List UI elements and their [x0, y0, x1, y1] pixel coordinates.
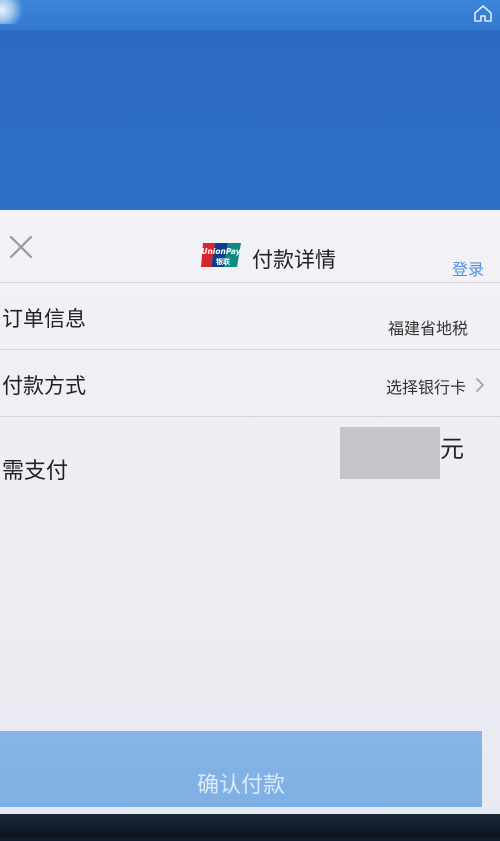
select-bank-card-value[interactable]: 选择银行卡 [386, 374, 466, 398]
page-title: 付款详情 [252, 248, 336, 272]
amount-label: 需支付 [2, 459, 69, 484]
order-info-label: 订单信息 [2, 307, 86, 331]
payment-method-row[interactable]: 付款方式 选择银行卡 [0, 349, 500, 416]
payment-method-label: 付款方式 [2, 374, 86, 398]
unionpay-logo: UnionPay 银联 [201, 243, 242, 267]
screen-glare [0, 0, 24, 24]
order-info-value: 福建省地税 [387, 319, 468, 338]
app-screen: UnionPay 银联 付款详情 登录 订单信息 福建省地税 付款方式 选择银行… [0, 0, 500, 837]
svg-text:银联: 银联 [216, 257, 231, 266]
close-icon[interactable] [8, 234, 34, 260]
chevron-right-icon[interactable] [474, 376, 486, 394]
payment-details-sheet: UnionPay 银联 付款详情 登录 订单信息 福建省地税 付款方式 选择银行… [0, 210, 500, 837]
login-link[interactable]: 登录 [452, 256, 484, 280]
amount-unit: 元 [440, 435, 464, 463]
amount-row: 需支付 元 [0, 416, 500, 497]
top-bar [0, 0, 500, 30]
confirm-payment-button[interactable]: 确认付款 [0, 731, 482, 807]
sheet-header: UnionPay 银联 付款详情 登录 [0, 210, 500, 282]
home-icon[interactable] [472, 2, 494, 24]
svg-text:UnionPay: UnionPay [201, 247, 241, 256]
amount-value-redacted [340, 427, 440, 479]
order-info-row: 订单信息 福建省地税 [0, 282, 500, 349]
device-bezel [0, 814, 500, 837]
